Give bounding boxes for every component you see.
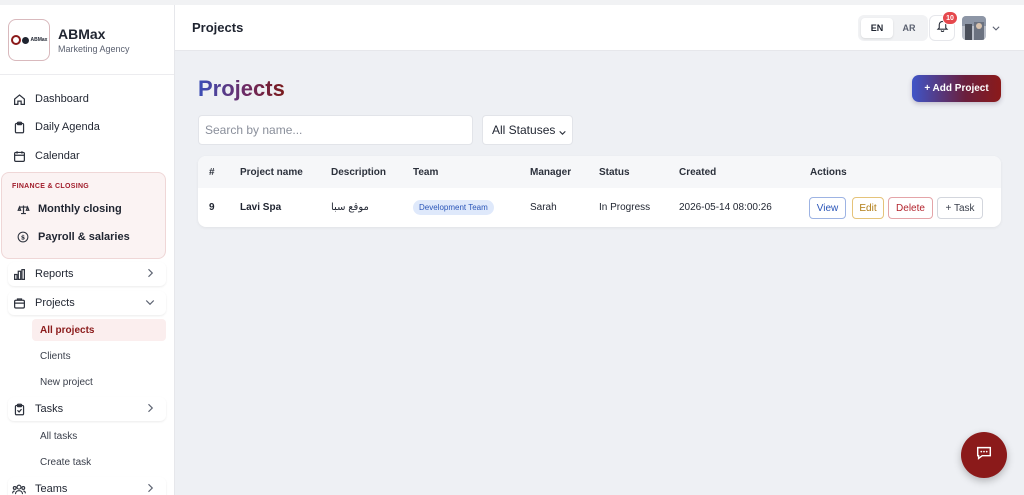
sidebar-item-label: Teams: [35, 483, 68, 495]
column-header-actions: Actions: [810, 167, 847, 178]
sidebar-item-label: Daily Agenda: [35, 121, 100, 133]
user-menu[interactable]: [962, 14, 1006, 42]
sidebar-item-label: Monthly closing: [38, 203, 122, 215]
chevron-down-icon: [558, 126, 567, 140]
column-header-team: Team: [413, 167, 439, 178]
sidebar-item-tasks[interactable]: Tasks: [8, 397, 166, 421]
sidebar-item-label: Dashboard: [35, 93, 89, 105]
add-project-button[interactable]: + Add Project: [912, 75, 1001, 102]
sidebar: ABMax ABMax Marketing Agency Dashboard D…: [0, 5, 175, 495]
brand-name: ABMax: [58, 26, 106, 42]
sidebar-item-label: Calendar: [35, 150, 80, 162]
finance-section: FINANCE & CLOSING Monthly closing $ Payr…: [1, 172, 166, 259]
page-title: Projects: [198, 76, 285, 101]
scale-icon: [16, 202, 30, 216]
header-title: Projects: [192, 20, 244, 35]
sidebar-item-projects[interactable]: Projects: [8, 291, 166, 315]
chevron-right-icon: [144, 267, 156, 282]
brand[interactable]: ABMax ABMax Marketing Agency: [8, 17, 168, 63]
chevron-right-icon: [144, 402, 156, 417]
brand-subtitle: Marketing Agency: [58, 44, 130, 54]
sidebar-item-label: Payroll & salaries: [38, 231, 130, 243]
sidebar-item-payroll[interactable]: $ Payroll & salaries: [10, 226, 160, 248]
row-id: 9: [209, 202, 215, 213]
sidebar-subitem-new-project[interactable]: New project: [32, 371, 166, 393]
row-project-name: Lavi Spa: [240, 202, 282, 213]
calendar-icon: [12, 149, 26, 163]
avatar: [962, 16, 986, 40]
brand-divider: [0, 74, 174, 75]
finance-section-title: FINANCE & CLOSING: [12, 183, 90, 190]
brand-logo: ABMax: [8, 19, 50, 61]
sidebar-item-calendar[interactable]: Calendar: [8, 144, 166, 168]
clipboard-icon: [12, 120, 26, 134]
projects-table: # Project name Description Team Manager …: [198, 156, 1001, 227]
row-created: 2026-05-14 08:00:26: [679, 202, 772, 213]
edit-button[interactable]: Edit: [852, 197, 884, 219]
delete-button[interactable]: Delete: [888, 197, 933, 219]
sidebar-item-monthly-closing[interactable]: Monthly closing: [10, 198, 160, 220]
sidebar-subitem-clients[interactable]: Clients: [32, 345, 166, 367]
sidebar-item-label: Tasks: [35, 403, 64, 415]
sidebar-item-dashboard[interactable]: Dashboard: [8, 87, 166, 111]
sidebar-subitem-all-projects[interactable]: All projects: [32, 319, 166, 341]
notifications-button[interactable]: 10: [929, 11, 958, 41]
status-filter-select[interactable]: All Statuses: [482, 115, 573, 145]
chevron-right-icon: [144, 482, 156, 495]
clipboard-check-icon: [12, 402, 26, 416]
main-content: Projects + Add Project All Statuses # Pr…: [175, 51, 1024, 495]
dollar-circle-icon: $: [16, 230, 30, 244]
sidebar-subitem-all-tasks[interactable]: All tasks: [32, 425, 166, 447]
row-manager: Sarah: [530, 202, 557, 213]
column-header-status: Status: [599, 167, 630, 178]
sidebar-item-teams[interactable]: Teams: [8, 477, 166, 495]
logo-text: ABMax: [30, 37, 48, 43]
row-description: موقع سبا: [331, 202, 369, 213]
notification-count-badge: 10: [942, 11, 958, 25]
chat-icon: [975, 444, 993, 467]
sidebar-item-daily-agenda[interactable]: Daily Agenda: [8, 115, 166, 139]
lang-en-button[interactable]: EN: [861, 18, 893, 38]
team-badge: Development Team: [413, 200, 494, 215]
chevron-down-icon: [991, 23, 1001, 33]
column-header-description: Description: [331, 167, 387, 178]
chevron-down-icon: [144, 296, 156, 311]
column-header-id: #: [209, 167, 215, 178]
top-header: Projects EN AR 10: [175, 5, 1024, 51]
sidebar-item-label: Reports: [35, 268, 74, 280]
status-filter-value: All Statuses: [492, 123, 556, 137]
folder-icon: [12, 296, 26, 310]
search-input[interactable]: [198, 115, 473, 145]
home-icon: [12, 92, 26, 106]
sidebar-item-label: Projects: [35, 297, 75, 309]
logo-mark: ABMax: [10, 35, 48, 45]
bar-chart-icon: [12, 267, 26, 281]
lang-ar-button[interactable]: AR: [893, 18, 925, 38]
view-button[interactable]: View: [809, 197, 846, 219]
users-icon: [12, 482, 26, 495]
column-header-manager: Manager: [530, 167, 572, 178]
row-status: In Progress: [599, 202, 651, 213]
sidebar-subitem-create-task[interactable]: Create task: [32, 451, 166, 473]
add-task-button[interactable]: + Task: [937, 197, 983, 219]
language-toggle: EN AR: [858, 15, 928, 41]
column-header-created: Created: [679, 167, 717, 178]
column-header-name: Project name: [240, 167, 303, 178]
sidebar-item-reports[interactable]: Reports: [8, 262, 166, 286]
chat-button[interactable]: [961, 432, 1007, 478]
svg-text:$: $: [21, 234, 25, 241]
